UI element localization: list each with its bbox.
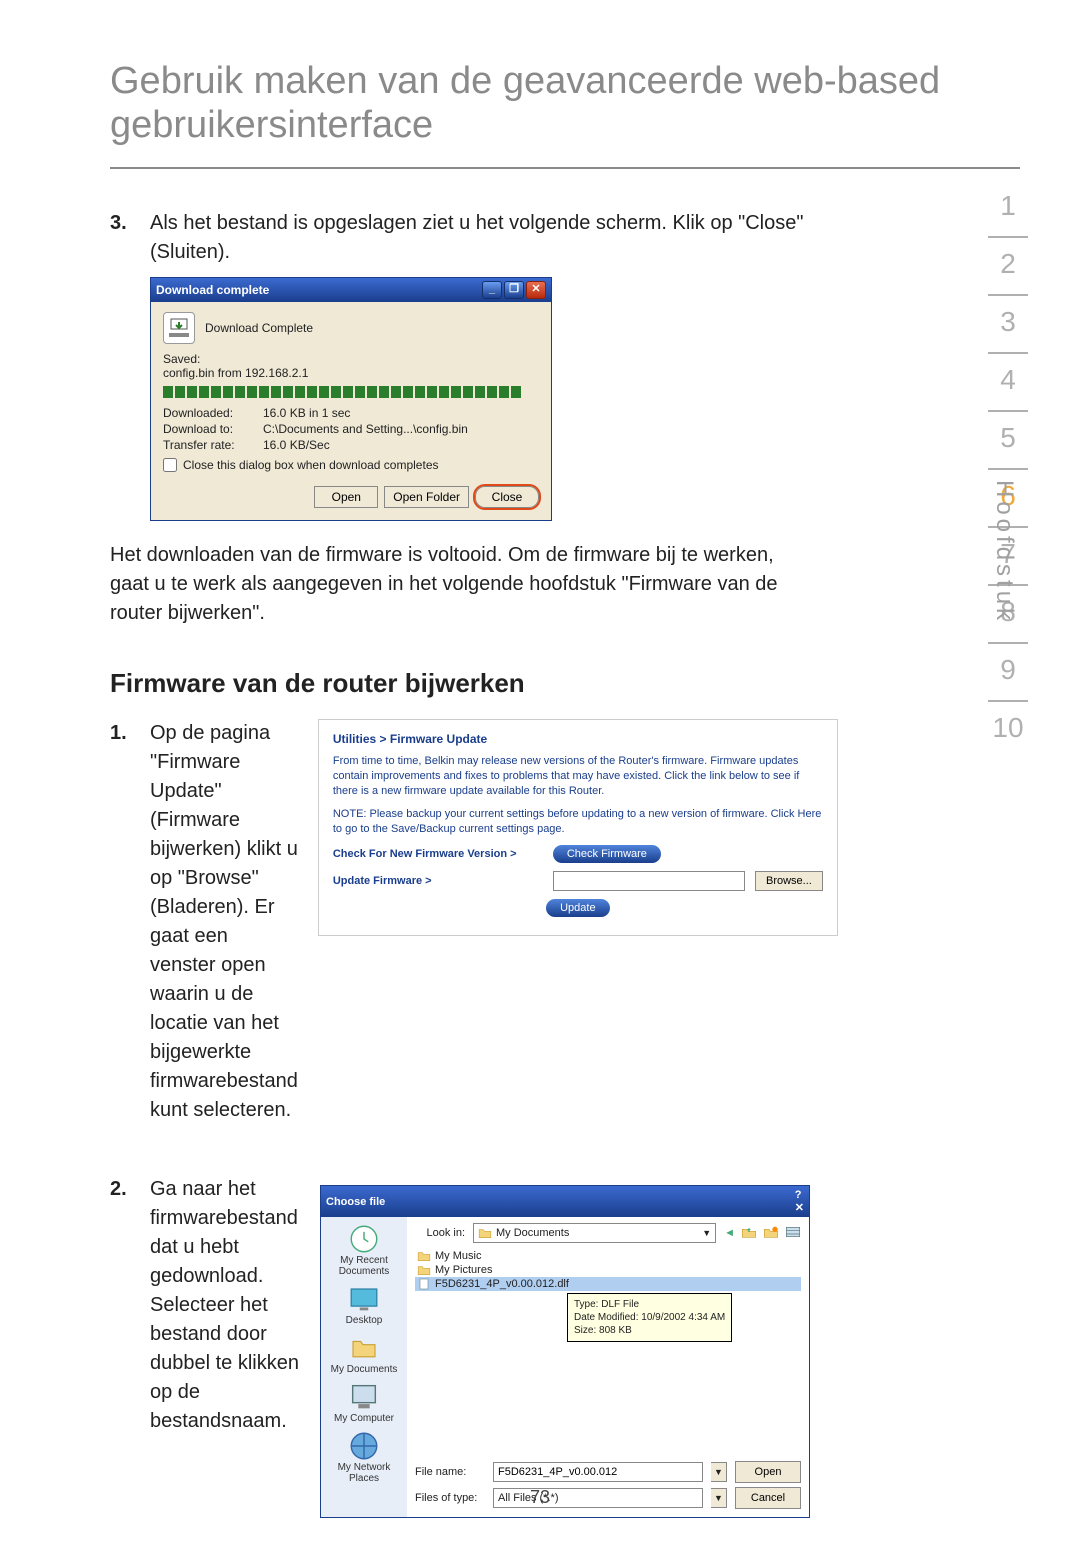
- chapter-link-2[interactable]: 2: [988, 238, 1028, 296]
- chapter-link-4[interactable]: 4: [988, 354, 1028, 412]
- step-2-text: Ga naar het firmwarebestand dat u hebt g…: [150, 1175, 300, 1436]
- transfer-rate-value: 16.0 KB/Sec: [263, 438, 330, 452]
- back-icon[interactable]: ◄: [724, 1227, 735, 1239]
- close-on-complete-checkbox[interactable]: [163, 458, 177, 472]
- page-title: Gebruik maken van de geavanceerde web-ba…: [110, 60, 1020, 169]
- help-icon[interactable]: ?: [795, 1189, 804, 1201]
- list-item[interactable]: My Music: [415, 1249, 801, 1263]
- chapter-nav: Hoofdstuk 1 2 3 4 5 6 7 8 9 10: [928, 180, 1028, 758]
- downloaded-value: 16.0 KB in 1 sec: [263, 406, 350, 420]
- progress-bar: [163, 386, 539, 398]
- downloaded-label: Downloaded:: [163, 406, 263, 420]
- place-recent[interactable]: My Recent Documents: [325, 1225, 403, 1277]
- file-name-label: File name:: [415, 1466, 485, 1478]
- place-network[interactable]: My Network Places: [325, 1432, 403, 1484]
- download-icon: [163, 312, 195, 344]
- firmware-breadcrumb: Utilities > Firmware Update: [333, 732, 823, 746]
- open-folder-button[interactable]: Open Folder: [384, 486, 469, 508]
- update-firmware-label: Update Firmware >: [333, 875, 543, 887]
- file-list: My Music My Pictures F5D6231_4P_v0.00.01…: [415, 1249, 801, 1291]
- download-to-value: C:\Documents and Setting...\config.bin: [263, 422, 468, 436]
- new-folder-icon[interactable]: [763, 1225, 779, 1242]
- step-1: 1. Op de pagina "Firmware Update" (Firmw…: [110, 719, 298, 1125]
- step-1-text: Op de pagina "Firmware Update" (Firmware…: [150, 719, 298, 1125]
- firmware-subhead: Firmware van de router bijwerken: [110, 668, 810, 699]
- close-on-complete-label: Close this dialog box when download comp…: [183, 458, 439, 472]
- file-name-input[interactable]: [493, 1462, 703, 1482]
- chapter-link-3[interactable]: 3: [988, 296, 1028, 354]
- saved-value: config.bin from 192.168.2.1: [163, 366, 539, 380]
- open-button[interactable]: Open: [314, 486, 378, 508]
- browse-button[interactable]: Browse...: [755, 871, 823, 891]
- firmware-description-1: From time to time, Belkin may release ne…: [333, 754, 823, 799]
- minimize-icon[interactable]: _: [482, 281, 502, 299]
- saved-label: Saved:: [163, 352, 539, 366]
- maximize-icon[interactable]: ❐: [504, 281, 524, 299]
- dialog-title: Download complete: [156, 283, 269, 297]
- up-icon[interactable]: [741, 1225, 757, 1242]
- firmware-update-panel: Utilities > Firmware Update From time to…: [318, 719, 838, 935]
- list-item-selected[interactable]: F5D6231_4P_v0.00.012.dlf: [415, 1277, 801, 1291]
- place-documents[interactable]: My Documents: [331, 1334, 398, 1375]
- close-button[interactable]: Close: [475, 486, 539, 508]
- page-number: 73: [0, 1487, 1080, 1508]
- chapter-link-1[interactable]: 1: [988, 180, 1028, 238]
- after-download-text: Het downloaden van de firmware is voltoo…: [110, 541, 810, 628]
- file-tooltip: Type: DLF File Date Modified: 10/9/2002 …: [567, 1293, 732, 1342]
- chapter-label: Hoofdstuk: [990, 480, 1018, 624]
- step-3-number: 3.: [110, 209, 150, 267]
- file-dialog-close-icon[interactable]: ✕: [795, 1201, 804, 1214]
- check-firmware-button[interactable]: Check Firmware: [553, 845, 661, 863]
- step-3: 3. Als het bestand is opgeslagen ziet u …: [110, 209, 810, 267]
- chapter-link-9[interactable]: 9: [988, 644, 1028, 702]
- dialog-titlebar: Download complete _ ❐ ✕: [151, 278, 551, 302]
- chapter-link-5[interactable]: 5: [988, 412, 1028, 470]
- place-computer[interactable]: My Computer: [334, 1383, 394, 1424]
- file-open-button[interactable]: Open: [735, 1461, 801, 1483]
- download-status: Download Complete: [205, 321, 313, 335]
- transfer-rate-label: Transfer rate:: [163, 438, 263, 452]
- file-dialog-title: Choose file: [326, 1196, 385, 1208]
- chapter-link-10[interactable]: 10: [988, 702, 1028, 758]
- places-bar: My Recent Documents Desktop My Documents…: [321, 1217, 407, 1517]
- step-2-number: 2.: [110, 1175, 150, 1436]
- step-1-number: 1.: [110, 719, 150, 1125]
- download-complete-dialog: Download complete _ ❐ ✕ Download Complet…: [150, 277, 552, 521]
- firmware-description-2: NOTE: Please backup your current setting…: [333, 807, 823, 837]
- look-in-select[interactable]: My Documents ▼: [473, 1223, 716, 1243]
- list-item[interactable]: My Pictures: [415, 1263, 801, 1277]
- close-icon[interactable]: ✕: [526, 281, 546, 299]
- step-2: 2. Ga naar het firmwarebestand dat u heb…: [110, 1175, 300, 1436]
- step-3-text: Als het bestand is opgeslagen ziet u het…: [150, 209, 810, 267]
- check-firmware-label: Check For New Firmware Version >: [333, 848, 543, 860]
- update-button[interactable]: Update: [546, 899, 609, 917]
- file-name-dropdown-icon[interactable]: ▼: [711, 1462, 727, 1482]
- download-to-label: Download to:: [163, 422, 263, 436]
- views-icon[interactable]: [785, 1225, 801, 1242]
- file-dialog-titlebar: Choose file ? ✕: [321, 1186, 809, 1217]
- look-in-label: Look in:: [415, 1227, 465, 1239]
- place-desktop[interactable]: Desktop: [346, 1285, 383, 1326]
- firmware-path-input[interactable]: [553, 871, 745, 891]
- choose-file-dialog: Choose file ? ✕ My Recent Documents Desk…: [320, 1185, 810, 1518]
